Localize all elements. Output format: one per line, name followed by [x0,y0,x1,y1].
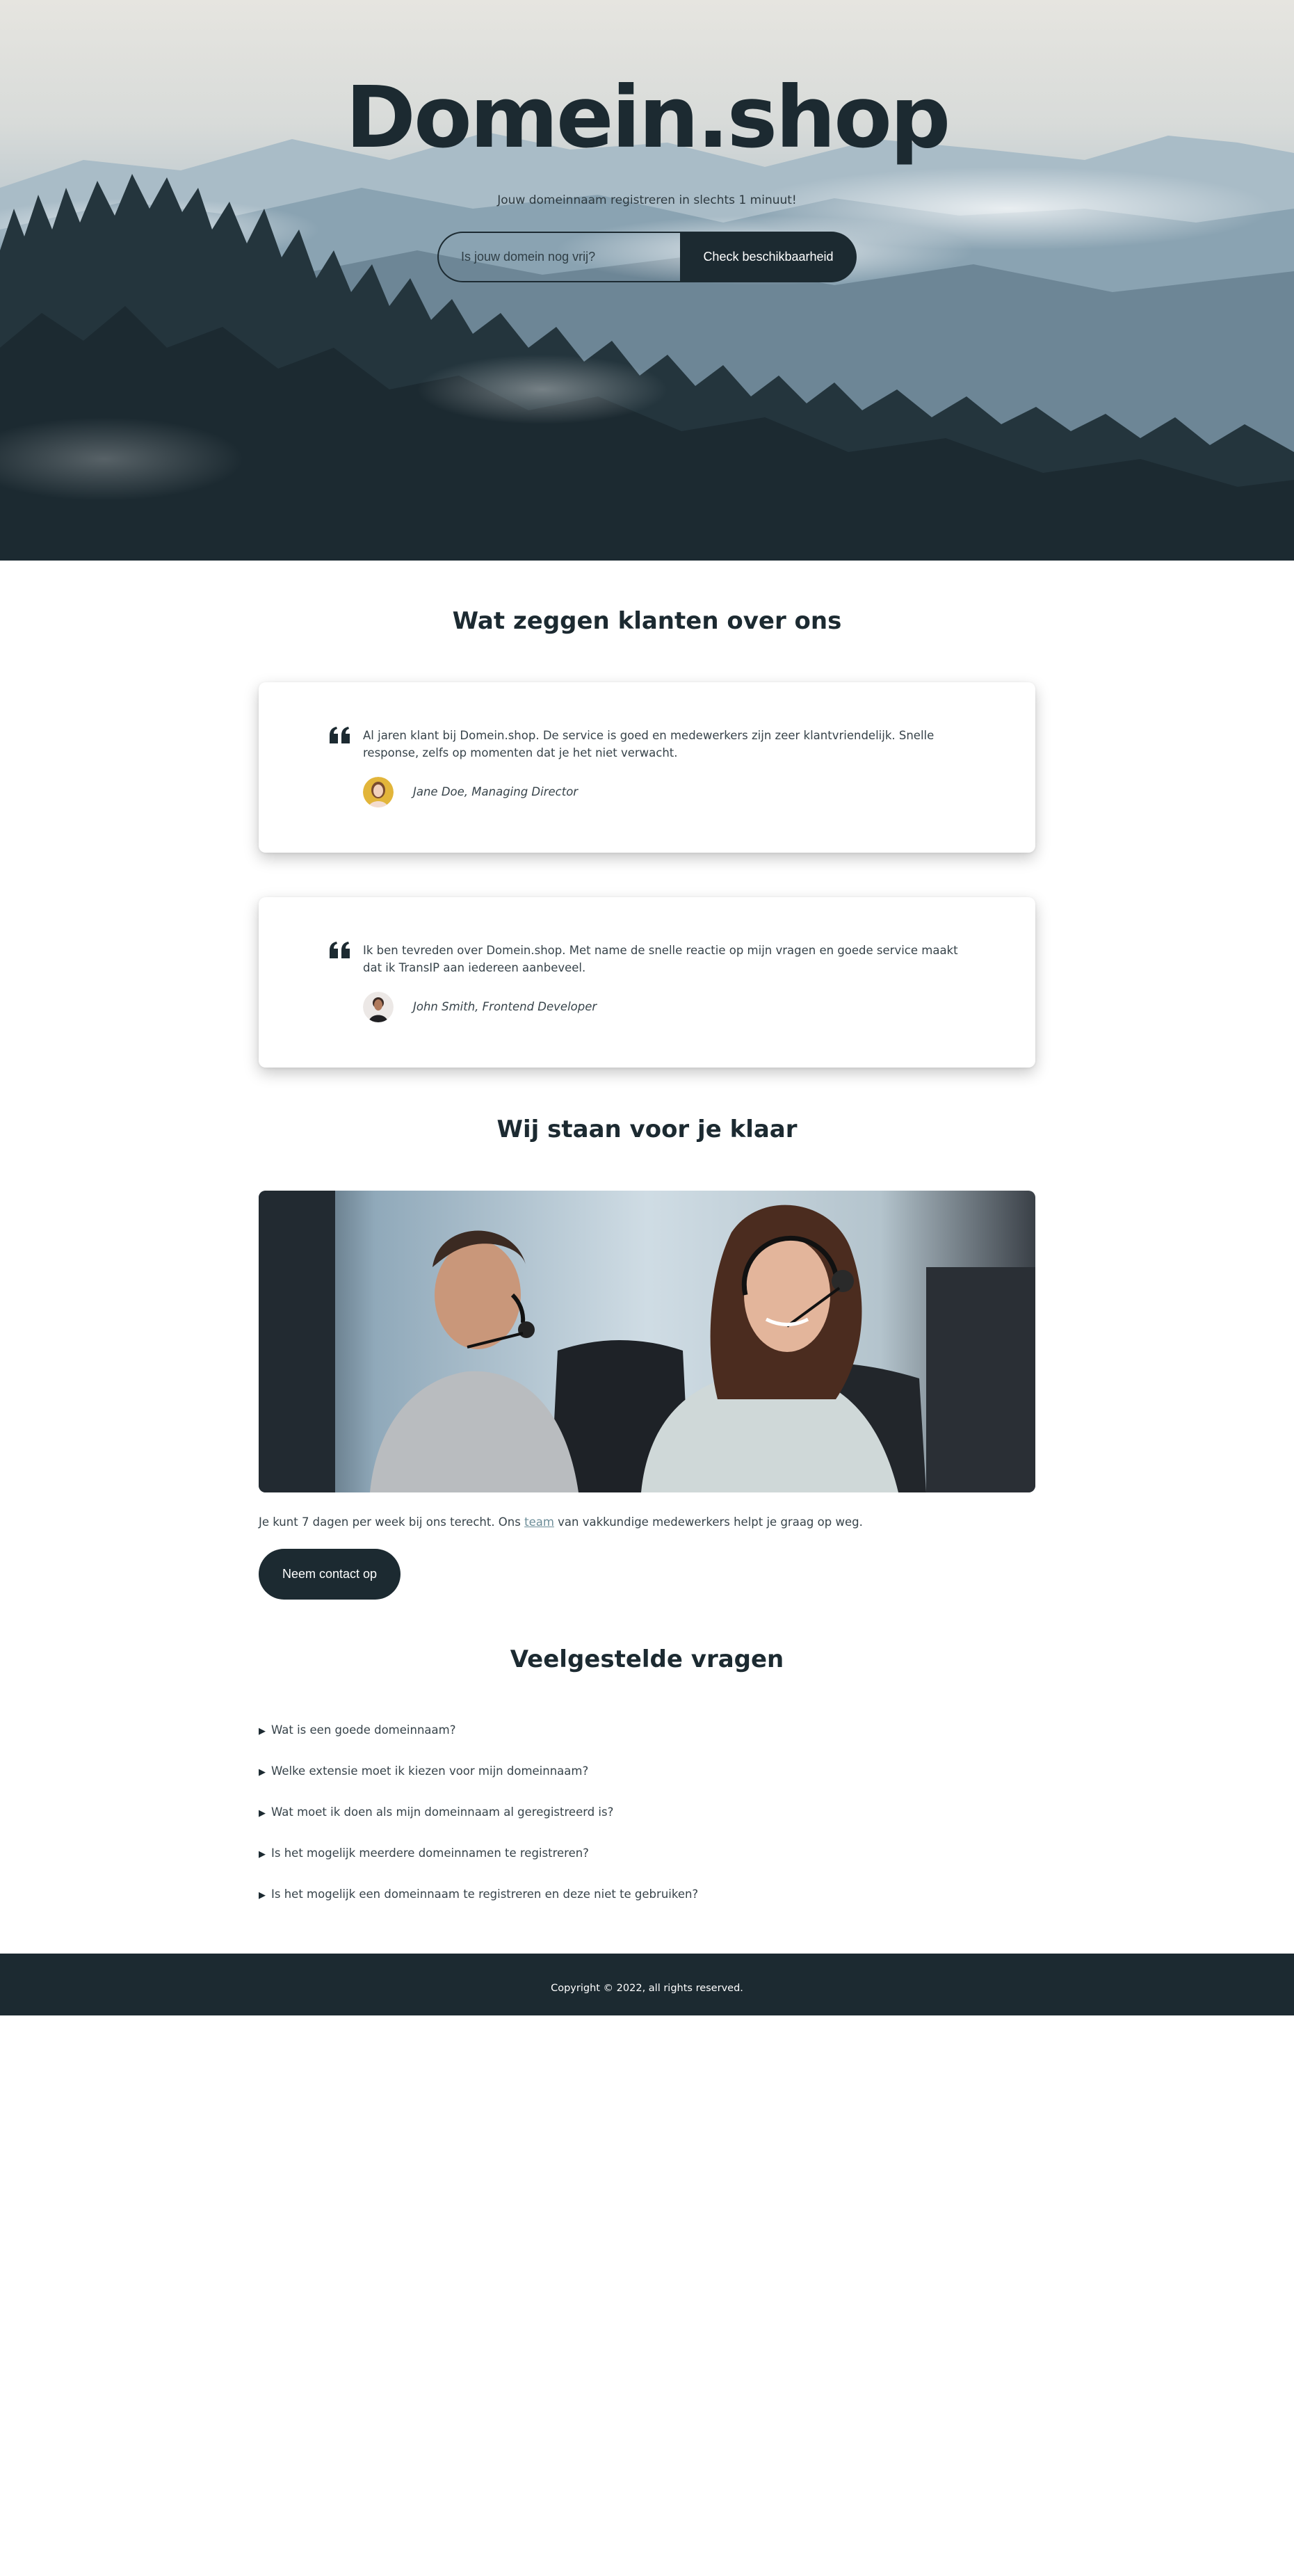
support-title: Wij staan voor je klaar [496,1116,798,1143]
support-text-after: van vakkundige medewerkers helpt je graa… [553,1515,863,1529]
page-height-spacer [0,561,1294,2576]
disclosure-triangle-icon: ▶ [259,1808,266,1819]
faq-title: Veelgestelde vragen [510,1645,784,1673]
call-center-image [259,1191,1035,1492]
disclosure-triangle-icon: ▶ [259,1767,266,1778]
faq-question: Is het mogelijk een domeinnaam te regist… [271,1887,699,1901]
testimonials-title: Wat zeggen klanten over ons [452,607,842,635]
testimonial-author: John Smith, Frontend Developer [413,1000,597,1013]
support-text-before: Je kunt 7 dagen per week bij ons terecht… [259,1515,525,1529]
testimonial-text: Ik ben tevreden over Domein.shop. Met na… [363,944,958,974]
support-text: Je kunt 7 dagen per week bij ons terecht… [259,1515,1035,1529]
disclosure-triangle-icon: ▶ [259,1849,266,1860]
domain-search-input[interactable] [437,232,680,282]
avatar-john-image [363,992,394,1022]
quote-icon [330,727,350,743]
copyright-text: Copyright © 2022, all rights reserved. [551,1983,743,1994]
faq-question: Wat moet ik doen als mijn domeinnaam al … [271,1805,614,1819]
hero-subtitle: Jouw domeinnaam registreren in slechts 1… [497,193,797,207]
testimonial-author: Jane Doe, Managing Director [413,785,579,798]
faq-question: Welke extensie moet ik kiezen voor mijn … [271,1764,589,1778]
faq-item[interactable]: ▶ Wat moet ik doen als mijn domeinnaam al… [259,1805,1035,1819]
team-link[interactable]: team [524,1515,554,1529]
faq-item[interactable]: ▶ Welke extensie moet ik kiezen voor mijn… [259,1764,1035,1778]
testimonial-card: Ik ben tevreden over Domein.shop. Met na… [259,897,1035,1068]
faq-item[interactable]: ▶ Is het mogelijk een domeinnaam te regis… [259,1887,1035,1901]
footer: Copyright © 2022, all rights reserved. [0,1954,1294,2015]
quote-icon [330,942,350,958]
site-title: Domein.shop [345,68,951,167]
faq-question: Wat is een goede domeinnaam? [271,1723,456,1737]
testimonial-text: Al jaren klant bij Domein.shop. De servi… [363,729,935,759]
faq-question: Is het mogelijk meerdere domeinnamen te … [271,1846,589,1860]
faq-item[interactable]: ▶ Wat is een goede domeinnaam? [259,1723,1035,1737]
avatar [363,777,394,807]
check-availability-button[interactable]: Check beschikbaarheid [680,232,857,282]
disclosure-triangle-icon: ▶ [259,1890,266,1901]
domain-search-form: Check beschikbaarheid [437,232,857,282]
testimonial-card: Al jaren klant bij Domein.shop. De servi… [259,682,1035,853]
avatar [363,992,394,1022]
hero-section: Domein.shop Jouw domeinnaam registreren … [0,0,1294,561]
disclosure-triangle-icon: ▶ [259,1726,266,1737]
contact-button[interactable]: Neem contact op [259,1549,401,1600]
support-team-photo [259,1191,1035,1492]
faq-item[interactable]: ▶ Is het mogelijk meerdere domeinnamen te… [259,1846,1035,1860]
avatar-jane-image [363,777,394,807]
